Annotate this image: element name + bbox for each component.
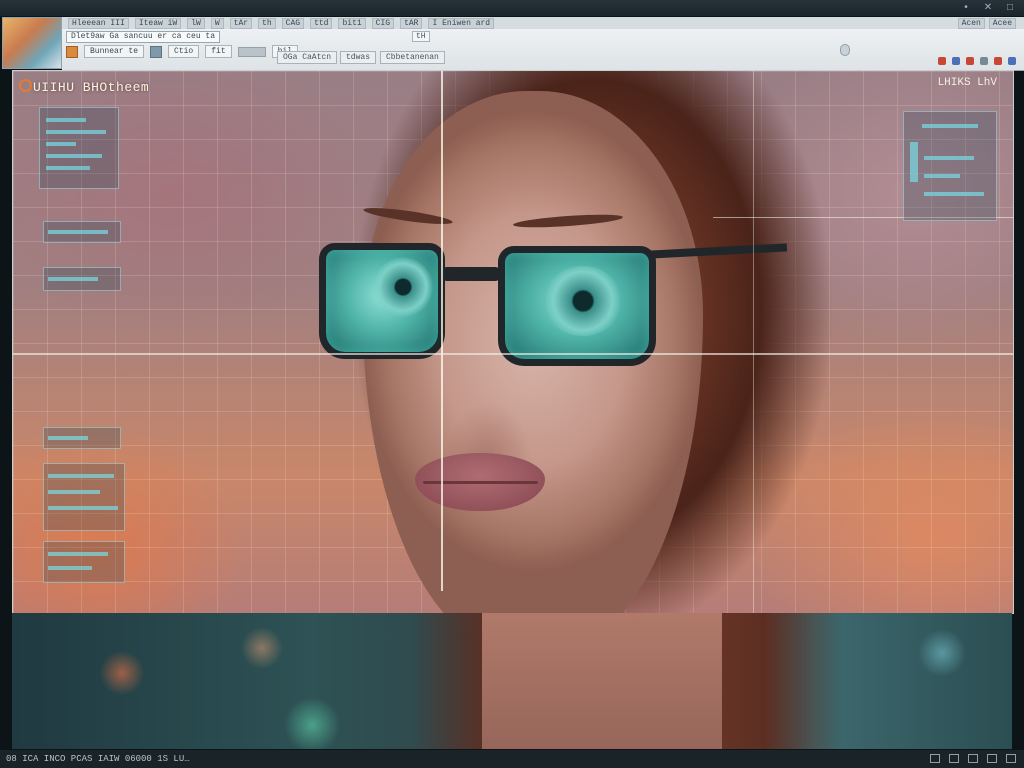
hud-panel	[43, 267, 121, 291]
menubar: Hleeean III Iteaw iW lW W tAr th CAG ttd…	[62, 17, 1024, 29]
layers-icon[interactable]	[952, 57, 960, 65]
menu-item[interactable]: th	[258, 17, 276, 29]
ribbon-button[interactable]: fit	[205, 45, 232, 58]
ribbon-button[interactable]: Bunnear te	[84, 45, 145, 58]
guide-line-vertical[interactable]	[441, 71, 443, 591]
ribbon-button[interactable]: Ctio	[168, 45, 200, 58]
canvas-title-text: UIIHU BHOtheem	[33, 80, 150, 95]
brush-icon[interactable]	[66, 45, 78, 58]
ribbon-group-tab[interactable]: OGa CaAtcn	[277, 51, 338, 64]
menu-item[interactable]: CIG	[371, 17, 395, 29]
lower-preview-strip[interactable]	[12, 613, 1012, 749]
eye-iris	[373, 257, 433, 317]
menu-item[interactable]: Iteaw iW	[134, 17, 182, 29]
menu-item[interactable]: Acen	[957, 17, 985, 29]
record-indicator-icon	[19, 79, 32, 92]
grid-icon[interactable]	[949, 754, 959, 763]
canvas-title: UIIHU BHOtheem	[19, 79, 149, 95]
layers-icon[interactable]	[1008, 57, 1016, 65]
record-icon[interactable]	[938, 57, 946, 65]
slider-control[interactable]	[237, 46, 266, 57]
menu-item[interactable]: lW	[187, 17, 205, 29]
portrait-neck-lower	[482, 613, 722, 749]
hud-panel	[43, 541, 125, 583]
menu-item[interactable]: CAG	[281, 17, 305, 29]
ribbon-tool-icons	[938, 57, 1016, 65]
menu-item[interactable]: tAR	[400, 17, 423, 29]
ribbon-group-tab[interactable]: tdwas	[340, 51, 377, 64]
menu-item[interactable]: ttd	[310, 17, 333, 29]
window-controls: • ✕ □	[960, 2, 1016, 14]
canvas-divider	[13, 353, 1013, 355]
status-icons	[930, 754, 1016, 763]
record-icon[interactable]	[966, 57, 974, 65]
menu-item[interactable]: Acee	[988, 17, 1016, 29]
glasses-bridge	[441, 267, 501, 281]
status-bar: 08 ICA INCO PCAS IAIW 06000 1S LU…	[0, 750, 1024, 768]
window-icon[interactable]	[968, 754, 978, 763]
canvas-right-label: LHIKS LhV	[937, 77, 997, 89]
menu-item[interactable]: bit1	[338, 17, 366, 29]
hud-panel	[43, 463, 125, 531]
window-titlebar: • ✕ □	[0, 0, 1024, 16]
hud-panel	[43, 221, 121, 243]
layer-icon[interactable]	[150, 45, 163, 58]
menu-item[interactable]: tAr	[229, 17, 253, 29]
menu-item[interactable]: I Eniwen ard	[428, 17, 495, 29]
settings-icon[interactable]	[980, 57, 988, 65]
close-icon[interactable]: ✕	[982, 2, 994, 14]
eye-iris	[543, 266, 623, 336]
status-text: 08 ICA INCO PCAS IAIW 06000 1S LU…	[6, 754, 190, 764]
hud-panel	[43, 427, 121, 449]
image-canvas[interactable]: UIIHU BHOtheem LHIKS LhV	[12, 70, 1014, 614]
ribbon-mid-label[interactable]: tH	[412, 31, 430, 42]
menubar-right: Acen Acee	[957, 17, 1024, 29]
layout-icon[interactable]	[930, 754, 940, 763]
ribbon-row-tools: Bunnear te Ctio fit hil	[66, 45, 299, 58]
path-field[interactable]: Dlet9aw Ga sancuu er ca ceu ta	[66, 31, 221, 43]
ribbon-group-tab[interactable]: Cbbetanenan	[380, 51, 445, 64]
ribbon-scroll-handle[interactable]	[840, 44, 850, 56]
guide-line-vertical[interactable]	[753, 71, 754, 613]
ribbon-row-top: Dlet9aw Ga sancuu er ca ceu ta	[66, 31, 221, 43]
hud-panel	[903, 111, 997, 221]
ribbon-toolbar: Dlet9aw Ga sancuu er ca ceu ta tH Bunnea…	[62, 29, 1024, 71]
maximize-icon[interactable]: □	[1004, 2, 1016, 14]
menu-item[interactable]: Hleeean III	[68, 17, 129, 29]
minimize-icon[interactable]: •	[960, 2, 972, 14]
menu-item[interactable]: W	[210, 17, 224, 29]
app-thumbnail[interactable]	[2, 17, 62, 69]
record-icon[interactable]	[994, 57, 1002, 65]
fullscreen-icon[interactable]	[987, 754, 997, 763]
settings-icon[interactable]	[1006, 754, 1016, 763]
hud-panel	[39, 107, 119, 189]
